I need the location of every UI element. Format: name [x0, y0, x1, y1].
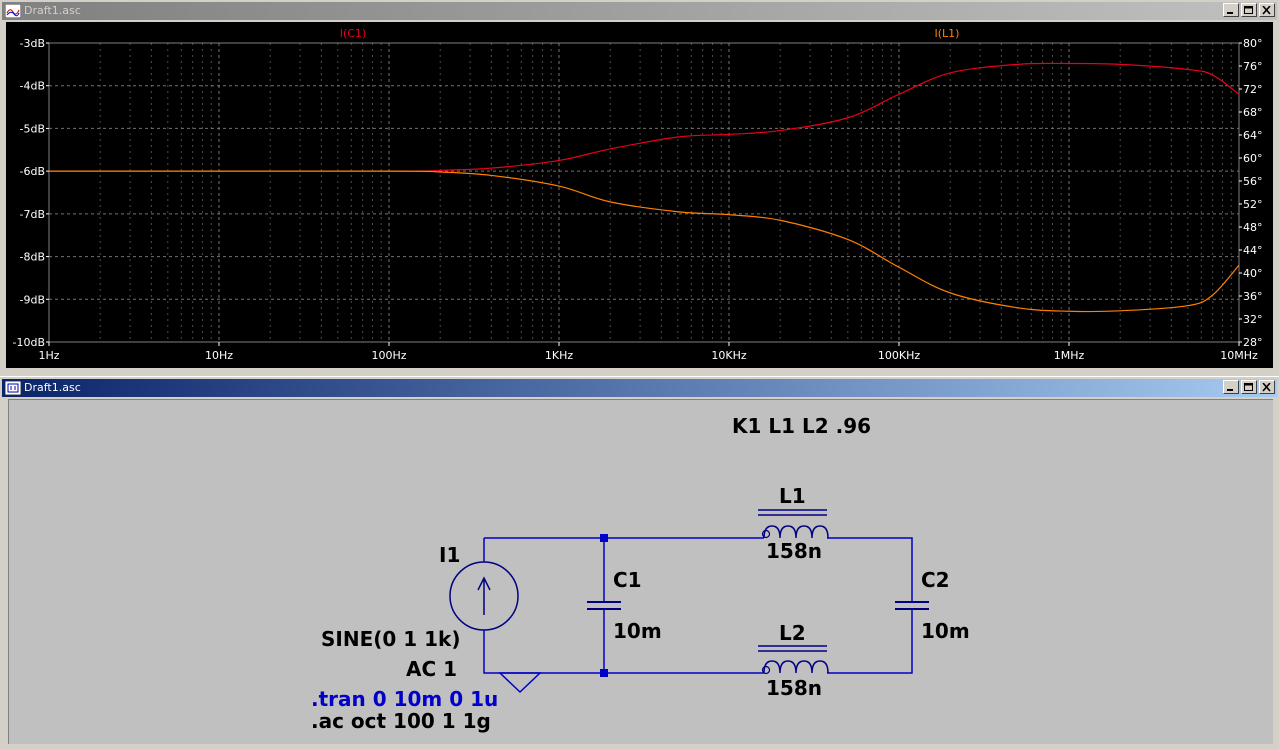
- schematic-canvas[interactable]: K1 L1 L2 .96 I1 SINE(0 1 1k) AC 1 C1 10m…: [8, 399, 1273, 744]
- x-tick-label: 100KHz: [878, 349, 920, 362]
- junction-dot: [600, 669, 608, 677]
- plot-window-title: Draft1.asc: [24, 4, 81, 17]
- c1-label[interactable]: C1: [613, 568, 642, 592]
- trace-ic1[interactable]: [48, 62, 1240, 172]
- l1-value[interactable]: 158n: [766, 539, 822, 563]
- y2-tick-label: 64°: [1243, 129, 1263, 142]
- trace-label[interactable]: I(L1): [935, 27, 960, 40]
- x-tick-label: 1MHz: [1054, 349, 1085, 362]
- l1-label[interactable]: L1: [779, 484, 806, 508]
- maximize-button[interactable]: [1241, 3, 1257, 17]
- y2-tick-label: 60°: [1243, 152, 1263, 165]
- plot-window-titlebar[interactable]: Draft1.asc: [2, 2, 1277, 20]
- junction-dot: [600, 534, 608, 542]
- waveform-icon: [5, 4, 21, 18]
- y2-tick-label: 52°: [1243, 198, 1263, 211]
- y2-tick-label: 48°: [1243, 221, 1263, 234]
- current-source-i1[interactable]: [449, 558, 519, 631]
- trace-il1[interactable]: [48, 170, 1240, 313]
- inductor-l1[interactable]: [758, 509, 829, 539]
- schematic-window-titlebar[interactable]: Draft1.asc: [2, 379, 1277, 397]
- i1-value[interactable]: SINE(0 1 1k): [321, 627, 461, 651]
- schematic-svg: K1 L1 L2 .96 I1 SINE(0 1 1k) AC 1 C1 10m…: [311, 414, 970, 733]
- plot-window: Draft1.asc 1Hz 10Hz 100Hz 1KHz 10KHz 100KHz 1M…: [0, 0, 1279, 372]
- l2-label[interactable]: L2: [779, 621, 806, 645]
- x-tick-label: 1Hz: [38, 349, 59, 362]
- minimize-icon: [1227, 389, 1233, 391]
- minimize-icon: [1227, 12, 1233, 14]
- y2-tick-label: 40°: [1243, 267, 1263, 280]
- wire[interactable]: [827, 609, 913, 674]
- x-tick-label: 10KHz: [711, 349, 746, 362]
- y2-tick-label: 32°: [1243, 313, 1263, 326]
- y-tick-label: -7dB: [20, 208, 46, 221]
- c2-value[interactable]: 10m: [921, 619, 970, 643]
- bode-plot-svg: 1Hz 10Hz 100Hz 1KHz 10KHz 100KHz 1MHz 10MHz -3dB…: [13, 27, 1263, 362]
- minimize-button[interactable]: [1223, 380, 1239, 394]
- waveform-plot[interactable]: 1Hz 10Hz 100Hz 1KHz 10KHz 100KHz 1MHz 10MHz -3dB…: [6, 22, 1273, 368]
- x-tick-label: 10MHz: [1220, 349, 1258, 362]
- schematic-icon: [5, 381, 21, 395]
- y2-tick-label: 36°: [1243, 290, 1263, 303]
- ground-symbol[interactable]: [498, 672, 542, 694]
- close-button[interactable]: [1259, 380, 1275, 394]
- c2-label[interactable]: C2: [921, 568, 950, 592]
- maximize-icon: [1244, 383, 1253, 391]
- ac-directive[interactable]: .ac oct 100 1 1g: [311, 709, 491, 733]
- y2-tick-label: 76°: [1243, 60, 1263, 73]
- y-tick-label: -5dB: [20, 122, 46, 135]
- y-tick-label: -3dB: [20, 37, 46, 50]
- y2-tick-label: 72°: [1243, 83, 1263, 96]
- y2-tick-label: 80°: [1243, 37, 1263, 50]
- y-tick-label: -10dB: [13, 336, 46, 349]
- minimize-button[interactable]: [1223, 3, 1239, 17]
- maximize-button[interactable]: [1241, 380, 1257, 394]
- capacitor-c1[interactable]: [587, 601, 621, 610]
- trace-label[interactable]: I(C1): [340, 27, 367, 40]
- maximize-icon: [1244, 6, 1253, 14]
- schematic-window: Draft1.asc K1 L1 L2 .96 I1 SINE(0 1 1k) …: [0, 376, 1279, 749]
- y-tick-label: -9dB: [20, 293, 46, 306]
- x-tick-label: 10Hz: [205, 349, 233, 362]
- c1-value[interactable]: 10m: [613, 619, 662, 643]
- l2-value[interactable]: 158n: [766, 676, 822, 700]
- y-tick-label: -6dB: [20, 165, 46, 178]
- x-tick-label: 1KHz: [545, 349, 573, 362]
- inductor-l2[interactable]: [758, 645, 829, 675]
- plot-frame: [48, 42, 1240, 343]
- capacitor-c2[interactable]: [895, 601, 929, 610]
- y-tick-label: -4dB: [20, 80, 46, 93]
- schematic-window-title: Draft1.asc: [24, 381, 81, 394]
- y2-tick-label: 28°: [1243, 336, 1263, 349]
- close-icon: [1262, 383, 1271, 392]
- coupling-directive[interactable]: K1 L1 L2 .96: [732, 414, 871, 438]
- wires: [483, 537, 913, 674]
- tran-directive[interactable]: .tran 0 10m 0 1u: [311, 687, 498, 711]
- y2-tick-label: 56°: [1243, 175, 1263, 188]
- close-button[interactable]: [1259, 3, 1275, 17]
- i1-label[interactable]: I1: [439, 543, 460, 567]
- x-tick-label: 100Hz: [371, 349, 406, 362]
- close-icon: [1262, 6, 1271, 15]
- wire[interactable]: [827, 537, 913, 602]
- i1-ac-value[interactable]: AC 1: [406, 657, 457, 681]
- y-tick-label: -8dB: [20, 251, 46, 264]
- y2-tick-label: 68°: [1243, 106, 1263, 119]
- y2-tick-label: 44°: [1243, 244, 1263, 257]
